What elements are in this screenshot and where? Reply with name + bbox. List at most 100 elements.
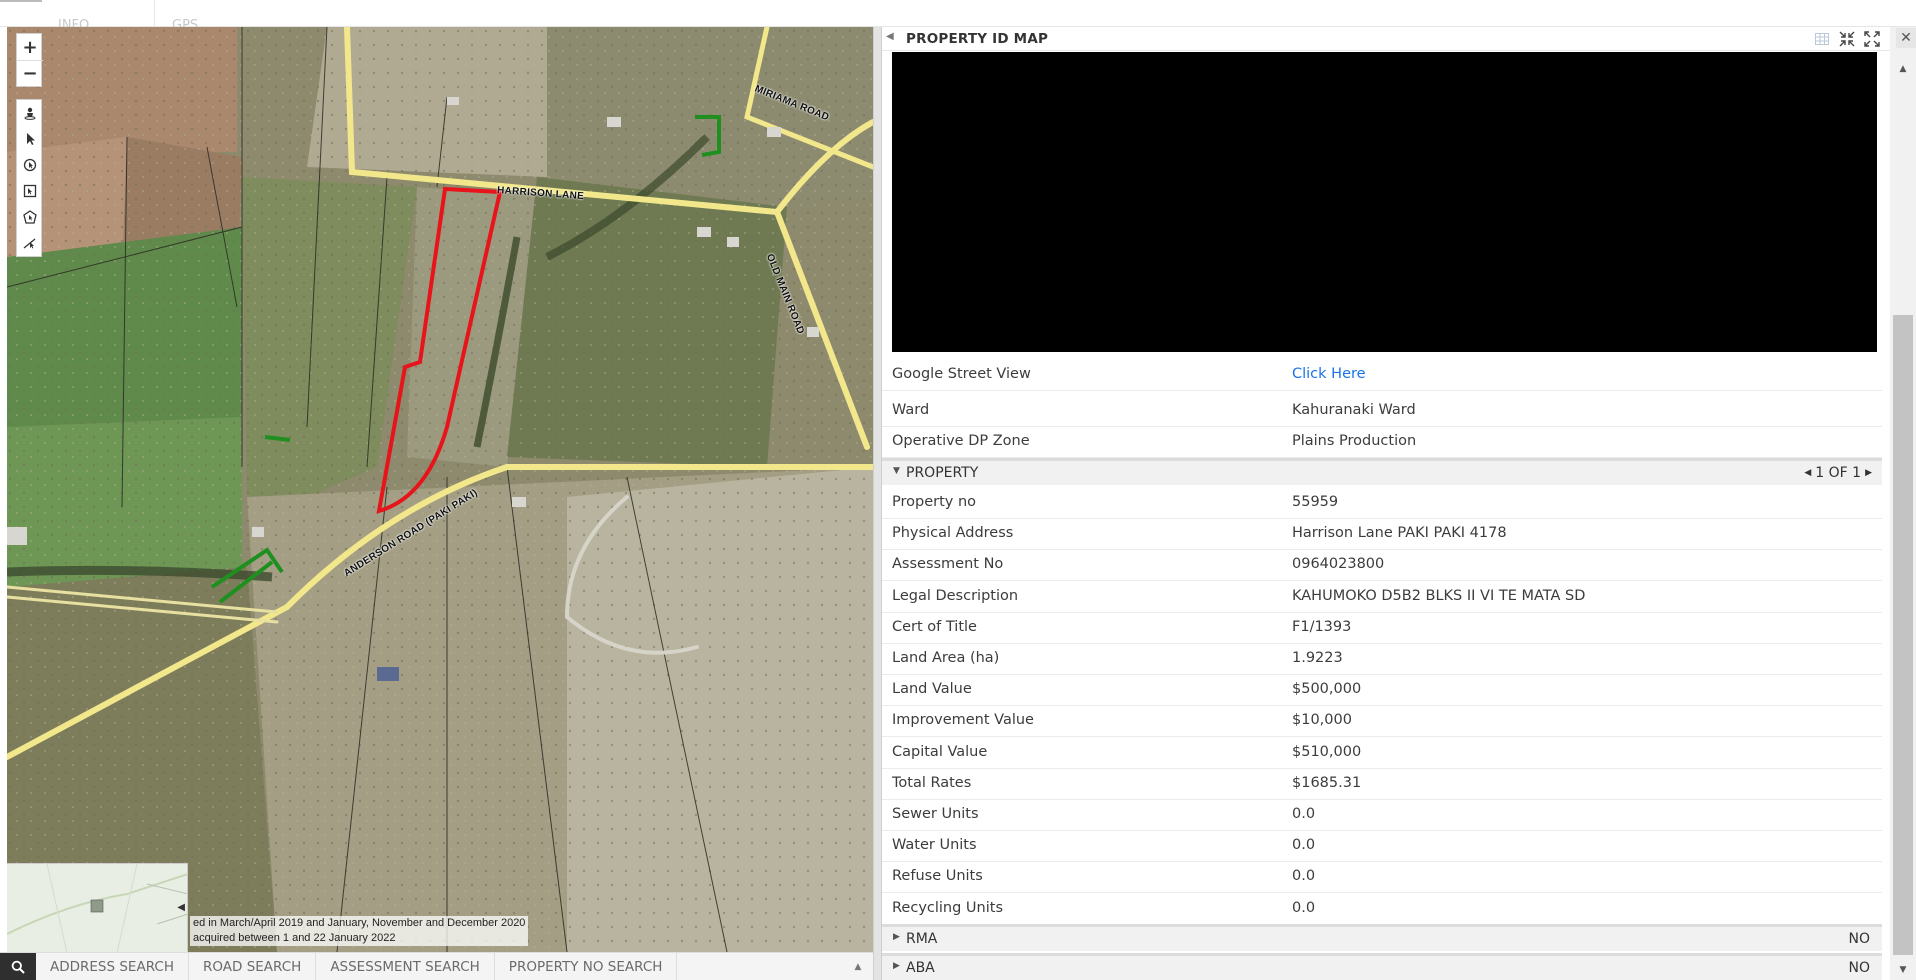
imagery-attribution: ed in March/April 2019 and January, Nove… — [190, 916, 529, 946]
property-row: Improvement Value $10,000 — [882, 706, 1882, 737]
row-label: Legal Description — [892, 588, 1019, 604]
select-pointer-icon[interactable] — [17, 126, 43, 152]
zoom-in-button[interactable]: + — [17, 34, 43, 60]
expand-arrows-icon[interactable] — [1863, 30, 1880, 47]
caret-right-icon: ▶ — [893, 961, 900, 971]
panel-header: ◀ PROPERTY ID MAP — [882, 27, 1890, 51]
grid-icon[interactable] — [1813, 30, 1830, 47]
scroll-up-icon[interactable]: ▲ — [1890, 59, 1916, 79]
close-icon[interactable]: ✕ — [1896, 28, 1916, 48]
tab-info[interactable]: INFO — [58, 0, 89, 33]
row-label: Ward — [892, 402, 930, 418]
pager-next-icon[interactable]: ▶ — [1865, 468, 1872, 478]
property-row: Capital Value $510,000 — [882, 738, 1882, 769]
tab-property-no-search[interactable]: PROPERTY NO SEARCH — [495, 953, 678, 980]
property-info-panel: ◀ PROPERTY ID MAP Google Street View Cli… — [882, 27, 1890, 980]
row-label: Property no — [892, 494, 977, 510]
street-view-icon[interactable] — [17, 100, 43, 126]
caret-down-icon: ▼ — [893, 466, 900, 476]
collapse-arrows-icon[interactable] — [1838, 30, 1855, 47]
section-value: NO — [1848, 931, 1871, 947]
tab-assessment-search[interactable]: ASSESSMENT SEARCH — [316, 953, 495, 980]
tab-gps[interactable]: GPS — [172, 0, 198, 33]
record-pager: ◀ 1 OF 1 ▶ — [1804, 465, 1872, 481]
identify-icon[interactable] — [17, 152, 43, 178]
chevron-left-icon[interactable]: ◀ — [886, 31, 894, 42]
property-row: Refuse Units 0.0 — [882, 862, 1882, 893]
property-row: Recycling Units 0.0 — [882, 894, 1882, 925]
measure-icon[interactable] — [17, 230, 43, 256]
row-label: Capital Value — [892, 744, 988, 760]
panel-title: PROPERTY ID MAP — [906, 31, 1049, 47]
row-label: Refuse Units — [892, 868, 983, 884]
overview-collapse-icon[interactable]: ◀ — [177, 902, 185, 913]
row-value: F1/1393 — [1292, 619, 1352, 635]
property-row: Water Units 0.0 — [882, 831, 1882, 862]
panel-scrollbar[interactable]: ▲ ▼ — [1890, 27, 1916, 980]
row-label: Water Units — [892, 837, 977, 853]
row-value: KAHUMOKO D5B2 BLKS II VI TE MATA SD — [1292, 588, 1586, 604]
aba-section-header[interactable]: ▶ ABA NO — [882, 953, 1882, 980]
tab-road-search[interactable]: ROAD SEARCH — [189, 953, 317, 980]
section-value: NO — [1848, 960, 1871, 976]
row-value: 0964023800 — [1292, 556, 1385, 572]
row-label: Assessment No — [892, 556, 1004, 572]
polygon-select-icon[interactable] — [17, 204, 43, 230]
active-tab-indicator — [0, 0, 42, 2]
row-value: 0.0 — [1292, 806, 1316, 822]
pager-prev-icon[interactable]: ◀ — [1804, 468, 1811, 478]
property-section-header[interactable]: ▼ PROPERTY ◀ 1 OF 1 ▶ — [882, 458, 1882, 485]
row-label: Operative DP Zone — [892, 433, 1030, 449]
property-row: Sewer Units 0.0 — [882, 800, 1882, 831]
scroll-down-icon[interactable]: ▼ — [1890, 960, 1916, 980]
info-row-dp-zone: Operative DP Zone Plains Production — [882, 427, 1882, 458]
aerial-imagery — [7, 27, 873, 952]
info-row-ward: Ward Kahuranaki Ward — [882, 396, 1882, 427]
box-select-icon[interactable] — [17, 178, 43, 204]
row-value: Harrison Lane PAKI PAKI 4178 — [1292, 525, 1507, 541]
property-row: Land Value $500,000 — [882, 675, 1882, 706]
property-row: Physical Address Harrison Lane PAKI PAKI … — [882, 519, 1882, 550]
property-id-map-image — [892, 52, 1877, 352]
row-label: Sewer Units — [892, 806, 979, 822]
chevron-up-icon[interactable]: ▲ — [843, 953, 873, 980]
zoom-control: + − — [16, 33, 43, 87]
street-view-link[interactable]: Click Here — [1292, 366, 1366, 382]
scroll-thumb[interactable] — [1893, 315, 1913, 955]
property-row: Total Rates $1685.31 — [882, 769, 1882, 800]
row-label: Cert of Title — [892, 619, 977, 635]
section-title: ABA — [906, 960, 935, 976]
panel-window-controls — [1813, 30, 1880, 47]
info-row-street-view: Google Street View Click Here — [882, 360, 1882, 391]
rma-section-header[interactable]: ▶ RMA NO — [882, 924, 1882, 951]
row-value: 1.9223 — [1292, 650, 1343, 666]
row-value: 0.0 — [1292, 868, 1316, 884]
map-viewport[interactable]: HARRISON LANE MIRIAMA ROAD OLD MAIN ROAD… — [7, 27, 873, 952]
row-value: $510,000 — [1292, 744, 1362, 760]
property-row: Property no 55959 — [882, 488, 1882, 519]
row-label: Improvement Value — [892, 712, 1034, 728]
row-label: Physical Address — [892, 525, 1014, 541]
row-label: Land Area (ha) — [892, 650, 1000, 666]
search-bar: ADDRESS SEARCH ROAD SEARCH ASSESSMENT SE… — [0, 952, 873, 980]
row-label: Total Rates — [892, 775, 972, 791]
overview-map[interactable]: ◀ — [7, 863, 188, 952]
row-value: 0.0 — [1292, 837, 1316, 853]
tab-address-search[interactable]: ADDRESS SEARCH — [36, 953, 189, 980]
panel-splitter[interactable] — [873, 27, 882, 980]
property-row: Cert of Title F1/1393 — [882, 613, 1882, 644]
zoom-out-button[interactable]: − — [17, 60, 43, 86]
attribution-line-2: acquired between 1 and 22 January 2022 — [193, 932, 396, 944]
property-row: Assessment No 0964023800 — [882, 550, 1882, 581]
app-window: INFO GPS HARRISON LANE MIRIAMA ROAD OLD … — [0, 0, 1916, 980]
map-left-gutter — [0, 27, 7, 952]
attribution-line-1: ed in March/April 2019 and January, Nove… — [193, 917, 526, 929]
overview-map-image — [7, 864, 187, 952]
row-value: $500,000 — [1292, 681, 1362, 697]
property-row: Legal Description KAHUMOKO D5B2 BLKS II V… — [882, 582, 1882, 613]
row-label: Google Street View — [892, 366, 1031, 382]
row-value: Kahuranaki Ward — [1292, 402, 1416, 418]
caret-right-icon: ▶ — [893, 932, 900, 942]
search-icon[interactable] — [0, 953, 36, 980]
property-row: Land Area (ha) 1.9223 — [882, 644, 1882, 675]
